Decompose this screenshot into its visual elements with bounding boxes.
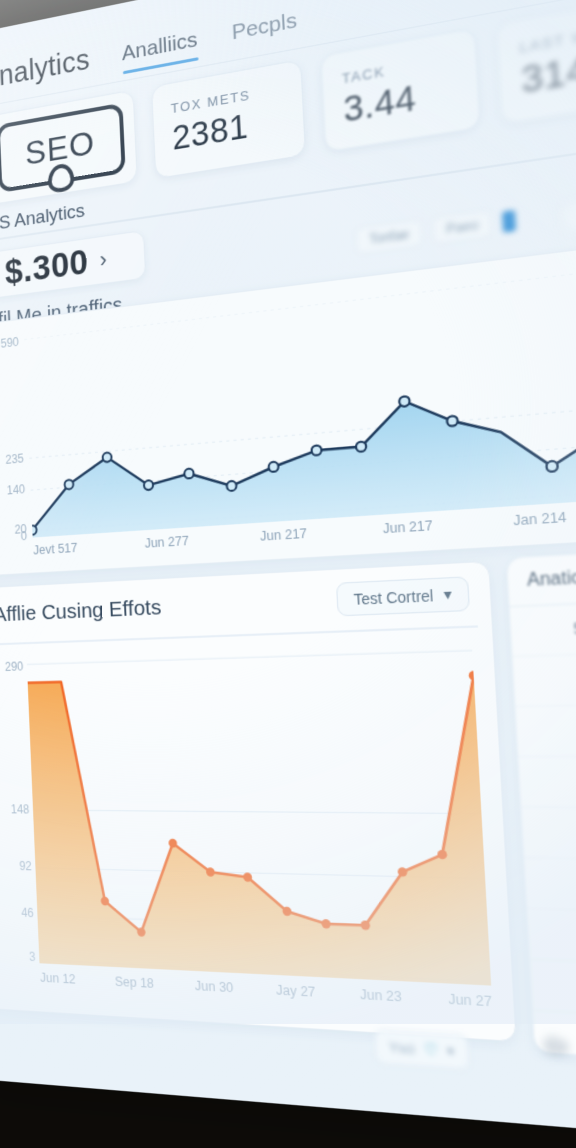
chevron-down-icon: ▾ [443, 584, 453, 604]
chart2-title: Afflie Cusing Effots [0, 595, 162, 627]
chart2-plot-area [26, 639, 491, 986]
axis-tick-label: Jun 217 [382, 518, 434, 537]
dashboard-screen: Analytics Analliics Pecpls New Sosi SEO … [0, 0, 576, 1148]
legend-color-swatch [502, 209, 517, 233]
axis-tick-label: 0 [20, 528, 28, 544]
axis-tick-label: Jay 27 [275, 982, 316, 1000]
table-header-row: Anatics Mag [506, 543, 576, 608]
axis-tick-label: 290 [4, 659, 24, 674]
price-summary-button[interactable]: $.300 › [0, 229, 147, 300]
legend-chip-tonfae[interactable]: Tonfae [355, 219, 424, 255]
table-cell-value: 1.6500 [525, 873, 576, 896]
axis-tick-label: Jun 23 [359, 986, 403, 1005]
axis-tick-label: Sep 18 [114, 974, 155, 992]
table-body: 5.6100300026402500235001.65004365017.502… [509, 595, 576, 1073]
app-brand-title: Analytics [0, 43, 91, 96]
axis-tick-label: Jun 217 [259, 526, 308, 544]
seo-logo-icon: SEO [0, 102, 126, 194]
axis-tick-label: Jun 30 [194, 978, 234, 996]
cusing-efforts-chart-card: Afflie Cusing Effots Test Cortrel ▾ 290 1… [0, 560, 517, 1043]
table-cell-value: 2500 [519, 772, 576, 792]
table-cell-value: 17.50 [531, 975, 576, 1002]
axis-tick-label: Jan 214 [512, 509, 567, 529]
table-cell-value: 3000 [513, 668, 576, 691]
chevron-down-icon[interactable]: ▾ [447, 1044, 454, 1059]
table-cell-value: 43650 [528, 924, 576, 949]
kpi-card-tack[interactable]: TACK 3.44 [320, 27, 481, 153]
range-selector[interactable]: Tenp [561, 191, 576, 233]
bottom-control-label: Ysci [388, 1039, 416, 1057]
axis-tick-label: 590 [0, 334, 20, 351]
tab-people-label: Pecpls [231, 8, 298, 45]
chart1-y-axis: 590 235 140 20 0 [0, 335, 27, 543]
table-row[interactable]: 23500 [521, 807, 576, 864]
axis-tick-label: 92 [18, 858, 32, 874]
axis-tick-label: Jevt 517 [32, 540, 78, 558]
axis-tick-label: 140 [6, 482, 26, 498]
table-cell-value: 5.6100 [572, 617, 576, 640]
tab-analytics-label: Analliics [121, 27, 199, 66]
chart-legend: Tonfae Paeo [355, 207, 517, 255]
chart2-svg [26, 639, 491, 986]
kpi-card-last-week[interactable]: Last week 3141 [495, 0, 576, 125]
brand-logo-card: SEO [0, 89, 138, 206]
table-row[interactable]: 2640 [515, 701, 576, 758]
table-row[interactable]: 2500 [518, 755, 576, 810]
screen-scene: Analytics Analliics Pecpls New Sosi SEO … [0, 0, 576, 1148]
tab-analytics[interactable]: Analliics [121, 28, 198, 75]
table-row[interactable]: 3000 [512, 648, 576, 708]
bottom-toolbar-control[interactable]: Ysci ♡ ▾ [373, 1028, 470, 1071]
table-column-header[interactable]: Anatics [508, 564, 576, 592]
table-cell-value: 2640 [516, 720, 576, 741]
axis-tick-label: Jun 27 [447, 991, 493, 1010]
test-control-dropdown[interactable]: Test Cortrel ▾ [336, 576, 470, 617]
axis-tick-label: Jun 12 [39, 970, 76, 987]
bottom-right-label: Cr [545, 1034, 569, 1059]
legend-chip-paeo[interactable]: Paeo [431, 209, 493, 245]
analytics-table-card: Anatics Mag 5.6100 3000 2640 2500 23500 1.650… [505, 541, 576, 1073]
axis-tick-label: 148 [10, 802, 30, 817]
chevron-right-icon: › [99, 246, 108, 273]
heart-icon[interactable]: ♡ [423, 1040, 438, 1060]
tab-people[interactable]: Pecpls [231, 8, 298, 53]
chart2-area-fill [27, 671, 492, 986]
axis-tick-label: 46 [20, 905, 34, 921]
table-cell-value: 23500 [522, 823, 576, 845]
test-control-label: Test Cortrel [353, 586, 434, 608]
price-value: $.300 [4, 242, 90, 293]
axis-tick-label: Jun 277 [144, 533, 190, 551]
axis-tick-label: 235 [5, 451, 25, 467]
axis-tick-label: 3 [28, 949, 36, 965]
kpi-card-total-mets[interactable]: Tox METS 2381 [150, 59, 307, 180]
